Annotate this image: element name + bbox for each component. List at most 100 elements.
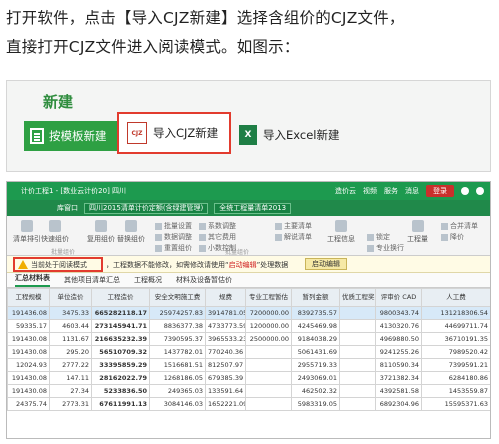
table-cell[interactable]: 2955719.33 — [291, 358, 340, 372]
table-cell[interactable]: 36710191.35 — [421, 332, 490, 346]
table-cell[interactable]: 191436.08 — [7, 306, 50, 320]
column-header[interactable]: 规费 — [205, 288, 246, 307]
table-cell[interactable]: 24375.74 — [7, 397, 50, 411]
table-cell[interactable] — [339, 332, 376, 346]
toolbar-small-item[interactable]: 重置组价 — [155, 243, 192, 253]
table-cell[interactable]: 56510709.32 — [91, 345, 150, 359]
table-cell[interactable]: 15595371.63 — [421, 397, 490, 411]
table-cell[interactable]: 7200000.00 — [245, 306, 292, 320]
table-row[interactable]: 59335.17 4603.44 273145941.71 8836377.38 473… — [7, 319, 490, 333]
toolbar-small-item[interactable]: 合并清单 — [441, 221, 478, 231]
table-cell[interactable] — [245, 345, 292, 359]
table-cell[interactable]: 812507.97 — [205, 358, 246, 372]
table-cell[interactable]: 28162022.79 — [91, 371, 150, 385]
table-cell[interactable]: 8392735.57 — [291, 306, 340, 320]
table-cell[interactable]: 273145941.71 — [91, 319, 150, 333]
table-cell[interactable] — [339, 345, 376, 359]
table-cell[interactable]: 7399591.21 — [421, 358, 490, 372]
table-cell[interactable]: 131218306.54 — [421, 306, 490, 320]
column-header[interactable]: 评审价 CAD — [375, 288, 422, 307]
table-cell[interactable]: 3084146.03 — [149, 397, 206, 411]
login-button[interactable]: 登录 — [426, 185, 454, 197]
toolbar-item[interactable]: 工程信息 — [327, 220, 355, 244]
toolbar-small-item[interactable]: 系数调整 — [199, 221, 236, 231]
message-link[interactable]: 消息 — [405, 186, 419, 196]
table-cell[interactable] — [339, 319, 376, 333]
table-cell[interactable]: 679385.39 — [205, 371, 246, 385]
table-cell[interactable] — [339, 397, 376, 411]
table-cell[interactable]: 5233836.50 — [91, 384, 150, 398]
toolbar-small-item[interactable]: 解说清单 — [275, 232, 312, 242]
toolbar-small-item[interactable]: 主要清单 — [275, 221, 312, 231]
toolbar-item[interactable]: 工程量 — [407, 220, 428, 244]
table-cell[interactable]: 191430.08 — [7, 332, 50, 346]
table-cell[interactable]: 3965533.23 — [205, 332, 246, 346]
table-cell[interactable]: 133591.64 — [205, 384, 246, 398]
table-cell[interactable]: 9241255.26 — [375, 345, 422, 359]
table-cell[interactable]: 12024.93 — [7, 358, 50, 372]
toolbar-small-item[interactable]: 专业换行 — [367, 243, 404, 253]
table-cell[interactable]: 462502.32 — [291, 384, 340, 398]
quota-select[interactable]: 四川2015清单计价定额(含绿建管理) — [84, 202, 209, 214]
video-link[interactable]: 视频 — [363, 186, 377, 196]
table-cell[interactable] — [339, 384, 376, 398]
table-cell[interactable]: 4603.44 — [49, 319, 92, 333]
table-cell[interactable]: 191430.08 — [7, 371, 50, 385]
toolbar-small-item[interactable]: 锁定 — [367, 232, 390, 242]
column-header[interactable]: 单位造价 — [49, 288, 92, 307]
table-cell[interactable]: 7989520.42 — [421, 345, 490, 359]
table-cell[interactable] — [339, 306, 376, 320]
table-row[interactable]: 191430.08 1131.67 216635232.39 7390595.37 39… — [7, 332, 490, 346]
table-cell[interactable]: 7390595.37 — [149, 332, 206, 346]
table-cell[interactable] — [245, 397, 292, 411]
table-cell[interactable]: 665282118.17 — [91, 306, 150, 320]
table-row[interactable]: 191430.08 147.11 28162022.79 1268186.05 6793… — [7, 371, 490, 385]
table-row[interactable]: 24375.74 2773.31 67611991.13 3084146.03 1652… — [7, 397, 490, 411]
table-cell[interactable]: 6284180.86 — [421, 371, 490, 385]
table-cell[interactable]: 3721382.34 — [375, 371, 422, 385]
import-excel-button[interactable]: X 导入Excel新建 — [239, 121, 339, 149]
tab-overview[interactable]: 工程概况 — [134, 275, 162, 287]
column-header[interactable]: 安全文明施工费 — [149, 288, 206, 307]
table-cell[interactable]: 33395859.29 — [91, 358, 150, 372]
table-cell[interactable]: 2777.22 — [49, 358, 92, 372]
column-header[interactable]: 工程规模 — [7, 288, 50, 307]
table-cell[interactable]: 2500000.00 — [245, 332, 292, 346]
table-cell[interactable]: 44699711.74 — [421, 319, 490, 333]
table-cell[interactable]: 191430.08 — [7, 345, 50, 359]
table-row[interactable]: 191430.08 27.34 5233836.50 249365.03 133591.… — [7, 384, 490, 398]
table-cell[interactable]: 4392581.58 — [375, 384, 422, 398]
table-cell[interactable]: 59335.17 — [7, 319, 50, 333]
table-row[interactable]: 12024.93 2777.22 33395859.29 1516681.51 8125… — [7, 358, 490, 372]
table-cell[interactable]: 6892304.96 — [375, 397, 422, 411]
cost-cloud-link[interactable]: 造价云 — [335, 186, 356, 196]
table-cell[interactable]: 9184038.29 — [291, 332, 340, 346]
table-cell[interactable]: 4733773.59 — [205, 319, 246, 333]
table-cell[interactable]: 1268186.05 — [149, 371, 206, 385]
table-cell[interactable]: 8836377.38 — [149, 319, 206, 333]
table-cell[interactable]: 770240.36 — [205, 345, 246, 359]
toolbar-item[interactable]: 清单排引 — [13, 220, 41, 244]
column-header[interactable]: 工程造价 — [91, 288, 150, 307]
table-cell[interactable] — [245, 384, 292, 398]
close-icon[interactable] — [476, 187, 484, 195]
table-cell[interactable] — [339, 371, 376, 385]
start-edit-button[interactable]: 启动编辑 — [305, 258, 347, 270]
table-cell[interactable]: 3475.33 — [49, 306, 92, 320]
table-cell[interactable]: 147.11 — [49, 371, 92, 385]
tab-materials-estimate[interactable]: 材料及设备暂估价 — [176, 275, 232, 287]
table-cell[interactable]: 5983319.05 — [291, 397, 340, 411]
table-cell[interactable]: 1200000.00 — [245, 319, 292, 333]
table-cell[interactable]: 295.20 — [49, 345, 92, 359]
toolbar-small-item[interactable]: 其它费用 — [199, 232, 236, 242]
service-link[interactable]: 服务 — [384, 186, 398, 196]
column-header[interactable]: 人工费 — [421, 288, 490, 307]
table-cell[interactable]: 1652221.09 — [205, 397, 246, 411]
toolbar-item[interactable]: 替换组价 — [117, 220, 145, 244]
table-cell[interactable]: 27.34 — [49, 384, 92, 398]
table-cell[interactable]: 9800343.74 — [375, 306, 422, 320]
new-from-template-button[interactable]: 按模板新建 — [24, 121, 117, 151]
table-cell[interactable]: 4130320.76 — [375, 319, 422, 333]
toolbar-small-item[interactable]: 数据调整 — [155, 232, 192, 242]
bill-list-select[interactable]: 全统工程量清单2013 — [214, 202, 292, 214]
